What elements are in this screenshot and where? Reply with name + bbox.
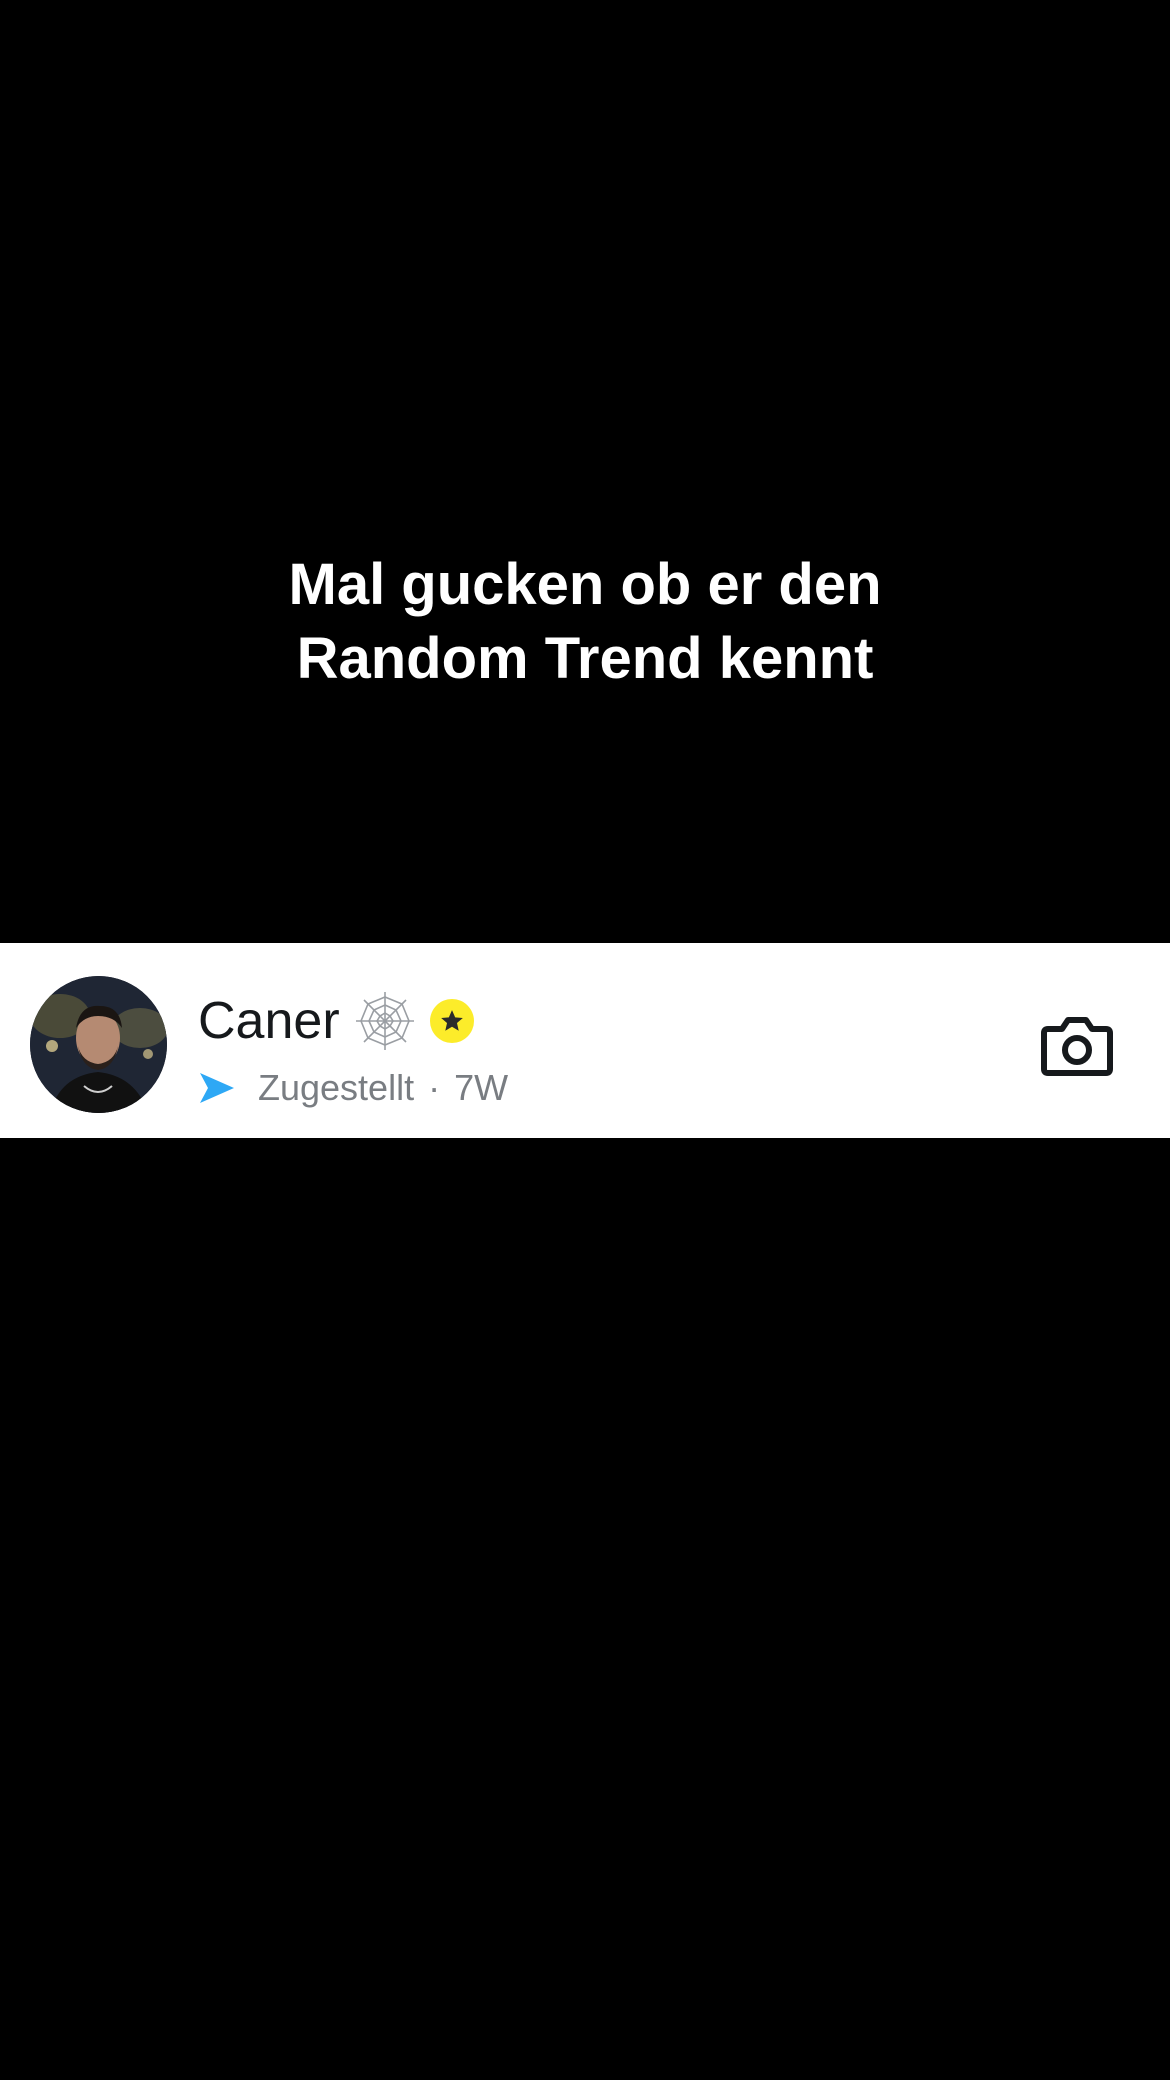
caption-line-1: Mal gucken ob er den [288, 552, 882, 617]
camera-icon [1041, 1017, 1113, 1076]
status-line: Zugestellt · 7W [198, 1066, 508, 1110]
sent-arrow-icon [198, 1071, 236, 1105]
video-caption: Mal gucken ob er den Random Trend kennt [0, 548, 1170, 696]
name-line: Caner [198, 991, 474, 1051]
chat-list-item[interactable]: Caner Zugestellt · 7W [0, 943, 1170, 1138]
star-badge-icon [429, 999, 474, 1043]
delivery-status: Zugestellt [258, 1067, 415, 1108]
avatar[interactable] [30, 976, 167, 1113]
separator-dot: · [428, 1067, 441, 1108]
contact-name: Caner [198, 992, 340, 1050]
spider-web-icon [354, 990, 416, 1052]
message-age: 7W [454, 1067, 509, 1108]
caption-line-2: Random Trend kennt [296, 626, 874, 691]
camera-button[interactable] [1040, 1015, 1114, 1077]
